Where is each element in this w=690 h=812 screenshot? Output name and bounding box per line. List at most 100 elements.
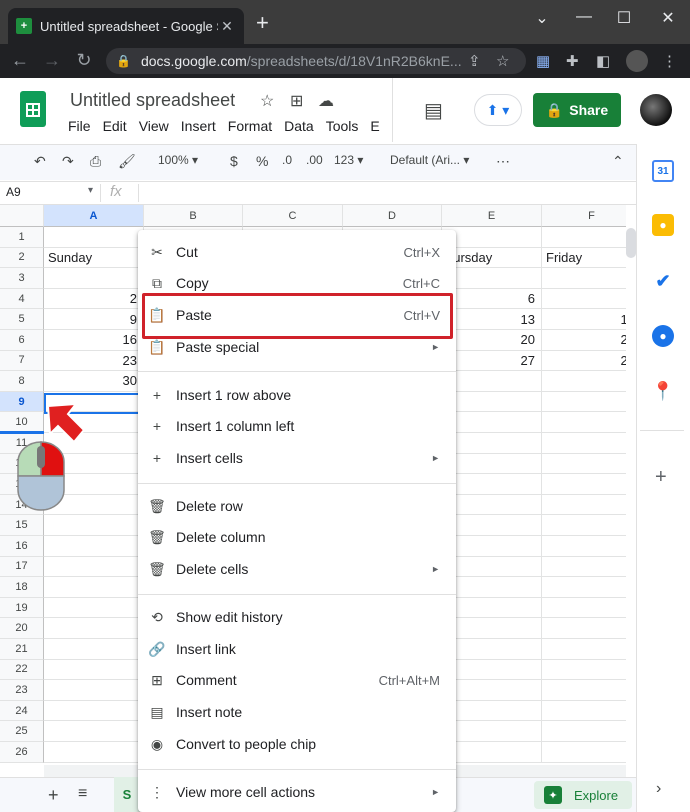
cell-a17[interactable] bbox=[44, 556, 144, 578]
menu-edit[interactable]: Edit bbox=[103, 118, 127, 134]
cell-e8[interactable] bbox=[442, 371, 542, 392]
menu-item-insert-1-column-left[interactable]: + Insert 1 column left bbox=[138, 411, 456, 441]
name-box[interactable]: A9 bbox=[6, 185, 21, 199]
profile-avatar[interactable] bbox=[626, 50, 648, 72]
menu-item-delete-row[interactable]: 🗑 Delete row bbox=[138, 491, 456, 521]
cell-f7[interactable]: 28 bbox=[542, 351, 626, 372]
cell-e16[interactable] bbox=[442, 536, 542, 557]
formula-input[interactable] bbox=[140, 182, 634, 204]
cell-a4[interactable]: 2 bbox=[44, 288, 144, 310]
menu-insert[interactable]: Insert bbox=[181, 118, 216, 134]
cell-a6[interactable]: 16 bbox=[44, 330, 144, 351]
cell-f25[interactable] bbox=[542, 721, 626, 742]
cell-f14[interactable] bbox=[542, 495, 626, 516]
cloud-status-icon[interactable]: ☁ bbox=[318, 91, 334, 111]
puzzle-extensions-icon[interactable]: ✚ bbox=[566, 52, 579, 70]
browser-tab[interactable]: + Untitled spreadsheet - Google Sh ✕ bbox=[8, 8, 244, 44]
present-button[interactable]: ⬆ ▾ bbox=[474, 94, 522, 126]
cell-f17[interactable] bbox=[542, 557, 626, 578]
cell-e22[interactable] bbox=[442, 659, 542, 681]
cell-f3[interactable] bbox=[542, 268, 626, 289]
select-all-corner[interactable] bbox=[0, 205, 44, 227]
cell-e23[interactable] bbox=[442, 680, 542, 701]
column-header-a[interactable]: A bbox=[44, 205, 144, 227]
star-icon[interactable]: ☆ bbox=[260, 91, 274, 111]
cell-e6[interactable]: 20 bbox=[442, 330, 542, 351]
cell-f26[interactable] bbox=[542, 742, 626, 763]
maps-icon[interactable]: 📍 bbox=[652, 380, 674, 402]
cell-e11[interactable] bbox=[442, 433, 542, 454]
column-header-e[interactable]: E bbox=[442, 205, 542, 227]
reload-icon[interactable]: ↻ bbox=[72, 50, 96, 71]
new-tab-button[interactable]: + bbox=[256, 12, 269, 34]
forward-icon[interactable]: → bbox=[40, 50, 64, 71]
row-header-23[interactable]: 23 bbox=[0, 680, 44, 701]
comment-history-icon[interactable]: ▤ bbox=[424, 98, 443, 123]
cell-e3[interactable] bbox=[442, 268, 542, 289]
more-horiz-icon[interactable]: ⋯ bbox=[496, 153, 510, 170]
menu-item-insert-cells[interactable]: + Insert cells ► bbox=[138, 443, 456, 473]
row-header-15[interactable]: 15 bbox=[0, 515, 44, 536]
menu-item-show-edit-history[interactable]: ⟲ Show edit history bbox=[138, 602, 456, 632]
menu-item-view-more-cell-actions[interactable]: ⋮ View more cell actions ► bbox=[138, 777, 456, 807]
menu-file[interactable]: File bbox=[68, 118, 91, 134]
cell-e9[interactable] bbox=[442, 391, 542, 413]
cell-a7[interactable]: 23 bbox=[44, 350, 144, 372]
cell-e21[interactable] bbox=[442, 639, 542, 660]
cell-e25[interactable] bbox=[442, 721, 542, 742]
calendar-icon[interactable]: 31 bbox=[652, 160, 674, 182]
menu-format[interactable]: Format bbox=[228, 118, 272, 134]
collapse-toolbar-icon[interactable]: ⌃ bbox=[612, 153, 624, 170]
cell-a15[interactable] bbox=[44, 515, 144, 536]
contacts-icon[interactable]: ● bbox=[652, 325, 674, 347]
row-header-10[interactable]: 10 bbox=[0, 412, 44, 433]
side-panel-icon[interactable]: ◧ bbox=[596, 52, 610, 70]
increase-decimal-button[interactable]: .00 bbox=[306, 153, 323, 167]
document-title[interactable]: Untitled spreadsheet bbox=[70, 90, 235, 111]
cell-a19[interactable] bbox=[44, 597, 144, 619]
cell-f10[interactable] bbox=[542, 412, 626, 433]
row-header-4[interactable]: 4 bbox=[0, 288, 44, 310]
sheet-tab[interactable]: S bbox=[114, 777, 140, 812]
menu-item-delete-column[interactable]: 🗑 Delete column bbox=[138, 522, 456, 552]
cell-a23[interactable] bbox=[44, 680, 144, 701]
row-header-2[interactable]: 2 bbox=[0, 247, 44, 269]
row-header-26[interactable]: 26 bbox=[0, 742, 44, 763]
cell-e19[interactable] bbox=[442, 597, 542, 619]
row-header-21[interactable]: 21 bbox=[0, 639, 44, 660]
cell-f21[interactable] bbox=[542, 639, 626, 660]
cell-f1[interactable] bbox=[542, 227, 626, 248]
menu-item-delete-cells[interactable]: 🗑 Delete cells ► bbox=[138, 554, 456, 584]
cell-e7[interactable]: 27 bbox=[442, 350, 542, 372]
cell-e1[interactable] bbox=[442, 227, 542, 248]
more-vert-icon[interactable]: ⋮ bbox=[662, 52, 677, 70]
font-select[interactable]: Default (Ari... ▾ bbox=[390, 153, 469, 167]
row-header-8[interactable]: 8 bbox=[0, 371, 44, 392]
cell-f22[interactable] bbox=[542, 660, 626, 681]
move-folder-icon[interactable]: ⊞ bbox=[290, 91, 303, 111]
cell-f13[interactable] bbox=[542, 474, 626, 495]
cell-f4[interactable]: 7 bbox=[542, 289, 626, 310]
cell-f5[interactable]: 14 bbox=[542, 309, 626, 330]
chevron-down-icon[interactable]: ⌄ bbox=[522, 8, 562, 28]
cell-a22[interactable] bbox=[44, 659, 144, 681]
column-header-d[interactable]: D bbox=[343, 205, 442, 227]
row-header-7[interactable]: 7 bbox=[0, 350, 44, 372]
vertical-scrollbar[interactable] bbox=[626, 228, 636, 258]
share-page-icon[interactable]: ⇪ bbox=[468, 52, 481, 70]
cell-e17[interactable] bbox=[442, 556, 542, 578]
menu-item-insert-note[interactable]: ▤ Insert note bbox=[138, 697, 456, 727]
cell-a25[interactable] bbox=[44, 721, 144, 742]
paint-format-icon[interactable]: 🖌 bbox=[118, 153, 136, 170]
menu-item-cut[interactable]: ✂ Cut Ctrl+X bbox=[138, 237, 456, 267]
add-addon-icon[interactable]: + bbox=[655, 466, 667, 489]
cell-a24[interactable] bbox=[44, 700, 144, 722]
cell-f6[interactable]: 21 bbox=[542, 330, 626, 351]
back-icon[interactable]: ← bbox=[8, 50, 32, 71]
row-header-3[interactable]: 3 bbox=[0, 268, 44, 289]
cell-f24[interactable] bbox=[542, 701, 626, 722]
menu-item-comment[interactable]: ⊞ Comment Ctrl+Alt+M bbox=[138, 665, 456, 695]
cell-a16[interactable] bbox=[44, 536, 144, 557]
share-button[interactable]: 🔒 Share bbox=[533, 93, 621, 127]
cell-a18[interactable] bbox=[44, 577, 144, 598]
